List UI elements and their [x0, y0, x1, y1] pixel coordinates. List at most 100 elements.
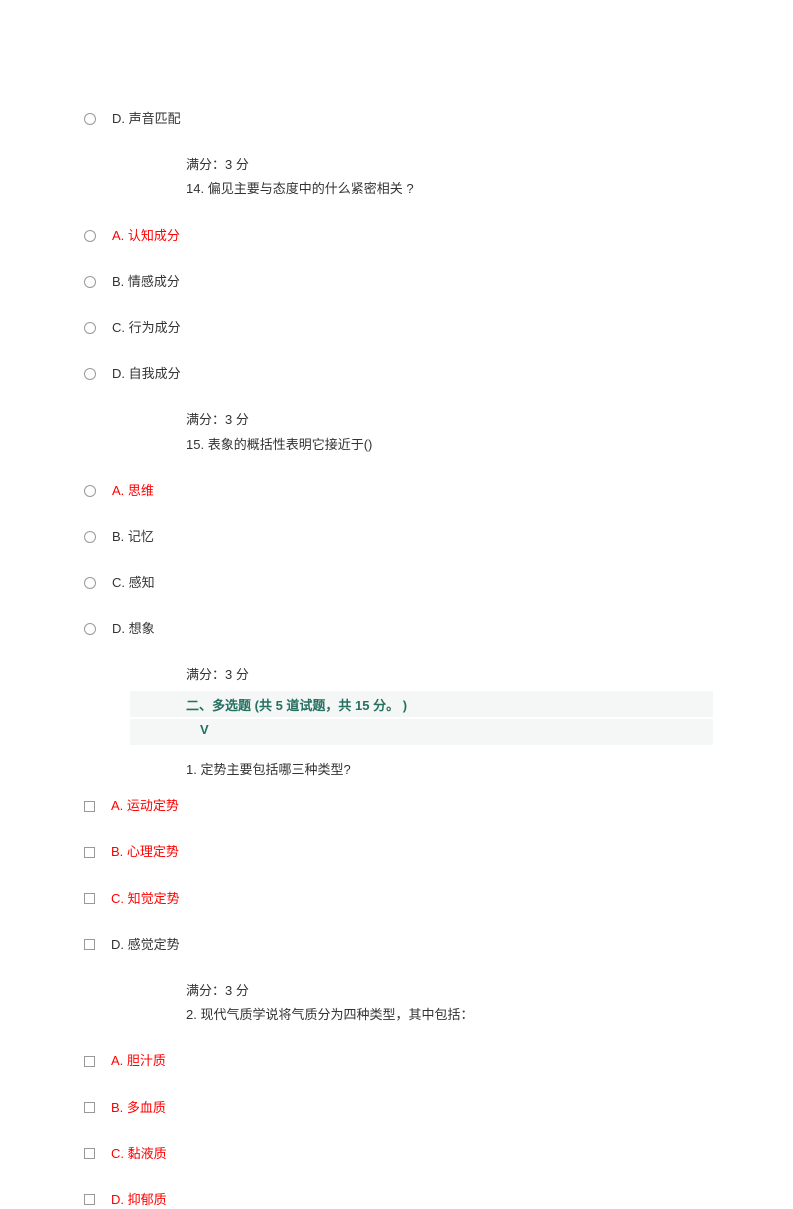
- option-letter: A.: [111, 798, 123, 813]
- option-text: 想象: [129, 621, 155, 636]
- m1-option-c: C. 知觉定势: [80, 890, 713, 908]
- option-text: 感觉定势: [128, 937, 180, 952]
- m2-option-d: D. 抑郁质: [80, 1191, 713, 1209]
- q14-option-c: C. 行为成分: [80, 319, 713, 337]
- option-letter: B.: [111, 1100, 123, 1115]
- option-text: 多血质: [127, 1100, 166, 1115]
- option-text: 抑郁质: [128, 1192, 167, 1207]
- q13-option-d: D. 声音匹配: [80, 110, 713, 128]
- checkbox-icon[interactable]: [84, 939, 95, 950]
- q14-option-b: B. 情感成分: [80, 273, 713, 291]
- option-label: B. 记忆: [112, 528, 154, 546]
- option-letter: B.: [112, 274, 124, 289]
- option-letter: A.: [112, 483, 124, 498]
- option-label: D. 声音匹配: [112, 110, 181, 128]
- q15-option-d: D. 想象: [80, 620, 713, 638]
- option-letter: A.: [112, 228, 124, 243]
- multi-question-2: 2. 现代气质学说将气质分为四种类型，其中包括：: [186, 1006, 713, 1024]
- question-number: 1.: [186, 762, 197, 777]
- checkbox-icon[interactable]: [84, 1102, 95, 1113]
- option-label: B. 多血质: [111, 1099, 166, 1117]
- option-text: 情感成分: [128, 274, 180, 289]
- section-2-header-wrap: 二、多选题 (共 5 道试题，共 15 分。 ) V: [80, 691, 713, 745]
- option-letter: C.: [111, 1146, 124, 1161]
- m2-option-a: A. 胆汁质: [80, 1052, 713, 1070]
- option-text: 自我成分: [129, 366, 181, 381]
- option-label: A. 思维: [112, 482, 154, 500]
- radio-icon[interactable]: [84, 322, 96, 334]
- option-letter: C.: [111, 891, 124, 906]
- option-label: C. 行为成分: [112, 319, 181, 337]
- m2-option-b: B. 多血质: [80, 1099, 713, 1117]
- option-text: 行为成分: [129, 320, 181, 335]
- option-letter: D.: [111, 937, 124, 952]
- question-text: 定势主要包括哪三种类型?: [200, 762, 350, 777]
- m1-option-b: B. 心理定势: [80, 843, 713, 861]
- option-label: D. 想象: [112, 620, 155, 638]
- radio-icon[interactable]: [84, 623, 96, 635]
- option-label: D. 自我成分: [112, 365, 181, 383]
- question-number: 15.: [186, 437, 204, 452]
- option-text: 感知: [129, 575, 155, 590]
- option-text: 认知成分: [128, 228, 180, 243]
- score-label: 满分：3 分: [186, 666, 713, 684]
- m1-option-a: A. 运动定势: [80, 797, 713, 815]
- option-text: 黏液质: [128, 1146, 167, 1161]
- checkbox-icon[interactable]: [84, 847, 95, 858]
- option-label: D. 感觉定势: [111, 936, 180, 954]
- q15-option-a: A. 思维: [80, 482, 713, 500]
- option-label: A. 认知成分: [112, 227, 180, 245]
- option-letter: B.: [111, 844, 123, 859]
- option-text: 心理定势: [127, 844, 179, 859]
- option-text: 记忆: [128, 529, 154, 544]
- question-text: 现代气质学说将气质分为四种类型，其中包括：: [200, 1007, 473, 1022]
- score-label: 满分：3 分: [186, 156, 713, 174]
- option-text: 知觉定势: [128, 891, 180, 906]
- m2-option-c: C. 黏液质: [80, 1145, 713, 1163]
- score-label: 满分：3 分: [186, 411, 713, 429]
- section-count: 5: [276, 698, 283, 713]
- question-text: 偏见主要与态度中的什么紧密相关 ?: [208, 181, 414, 196]
- radio-icon[interactable]: [84, 368, 96, 380]
- question-15: 15. 表象的概括性表明它接近于(): [186, 436, 713, 454]
- section-2-header: 二、多选题 (共 5 道试题，共 15 分。 ): [130, 691, 713, 717]
- q14-option-d: D. 自我成分: [80, 365, 713, 383]
- radio-icon[interactable]: [84, 113, 96, 125]
- checkbox-icon[interactable]: [84, 1194, 95, 1205]
- option-letter: C.: [112, 575, 125, 590]
- score-label: 满分：3 分: [186, 982, 713, 1000]
- option-text: 胆汁质: [127, 1053, 166, 1068]
- option-letter: B.: [112, 529, 124, 544]
- question-number: 2.: [186, 1007, 197, 1022]
- option-letter: D.: [111, 1192, 124, 1207]
- section-title-pre: 二、多选题 (共: [186, 698, 276, 713]
- option-label: C. 黏液质: [111, 1145, 167, 1163]
- section-mid: 道试题，共: [283, 698, 355, 713]
- radio-icon[interactable]: [84, 577, 96, 589]
- checkbox-icon[interactable]: [84, 1148, 95, 1159]
- checkbox-icon[interactable]: [84, 893, 95, 904]
- option-text: 声音匹配: [129, 111, 181, 126]
- radio-icon[interactable]: [84, 276, 96, 288]
- checkbox-icon[interactable]: [84, 1056, 95, 1067]
- option-letter: A.: [111, 1053, 123, 1068]
- multi-question-1: 1. 定势主要包括哪三种类型?: [186, 761, 713, 779]
- option-letter: C.: [112, 320, 125, 335]
- checkbox-icon[interactable]: [84, 801, 95, 812]
- radio-icon[interactable]: [84, 485, 96, 497]
- q15-option-c: C. 感知: [80, 574, 713, 592]
- radio-icon[interactable]: [84, 230, 96, 242]
- option-label: C. 感知: [112, 574, 155, 592]
- q14-option-a: A. 认知成分: [80, 227, 713, 245]
- section-v: V: [130, 719, 713, 745]
- q15-option-b: B. 记忆: [80, 528, 713, 546]
- section-points: 15: [355, 698, 369, 713]
- option-letter: D.: [112, 111, 125, 126]
- option-label: B. 情感成分: [112, 273, 180, 291]
- option-label: C. 知觉定势: [111, 890, 180, 908]
- option-label: A. 运动定势: [111, 797, 179, 815]
- option-letter: D.: [112, 621, 125, 636]
- option-text: 运动定势: [127, 798, 179, 813]
- radio-icon[interactable]: [84, 531, 96, 543]
- option-letter: D.: [112, 366, 125, 381]
